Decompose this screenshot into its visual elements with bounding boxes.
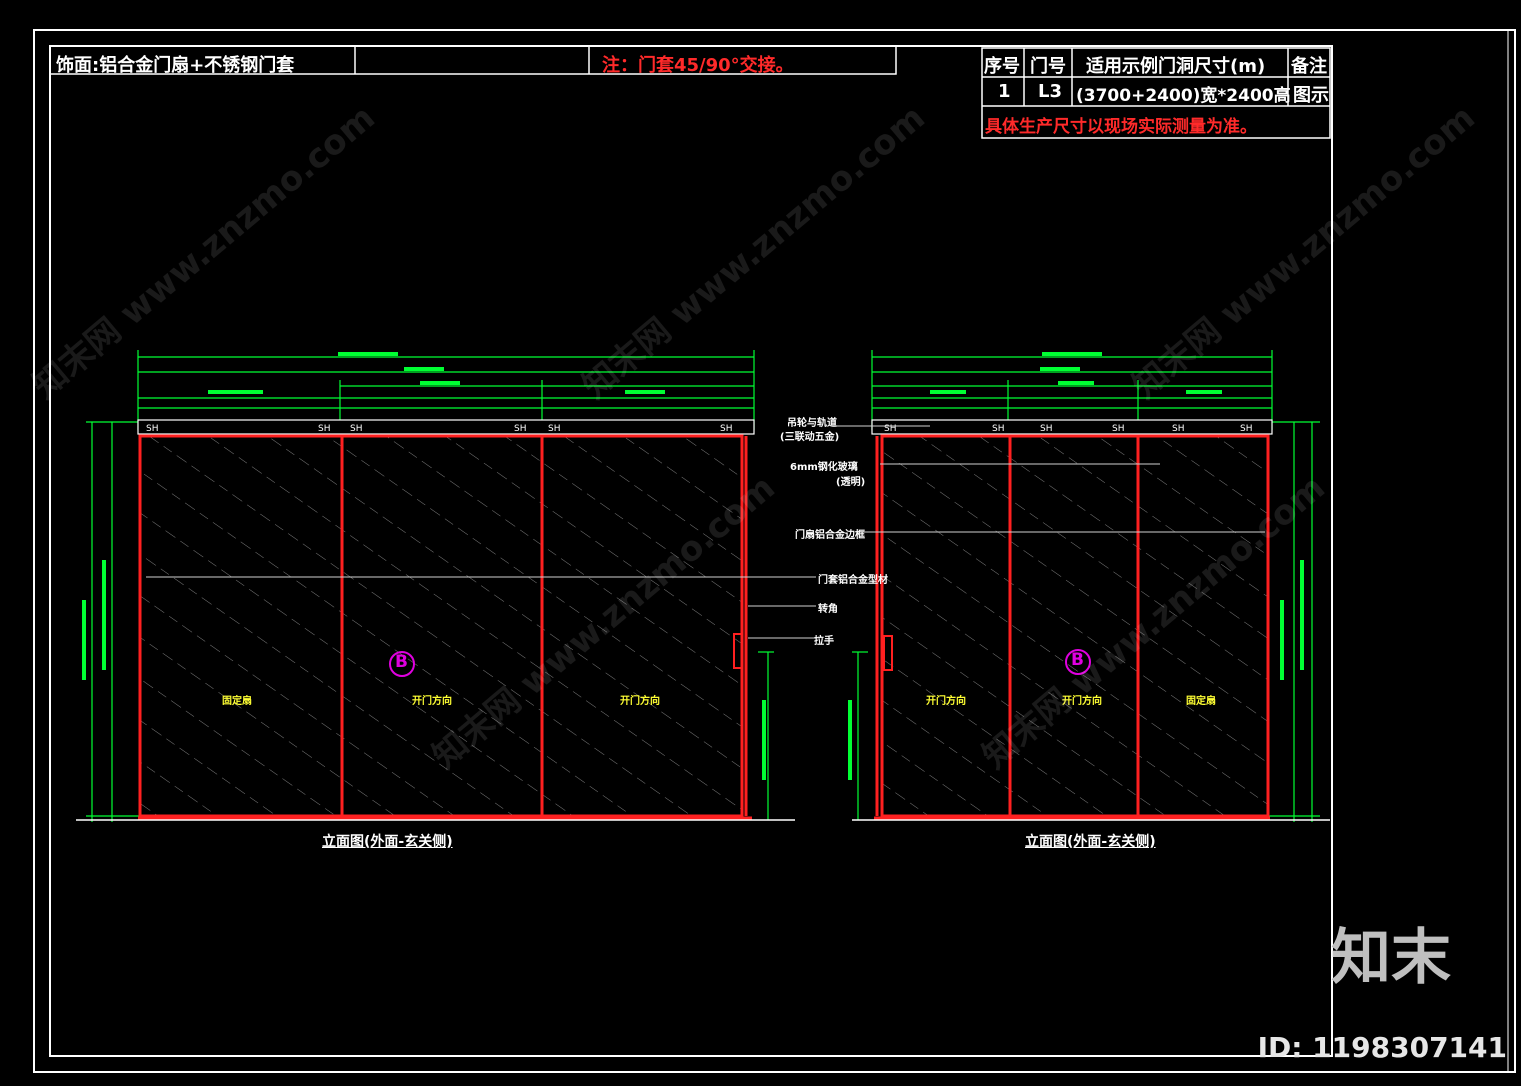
callout-roller-track: 吊轮与轨道 — [787, 418, 837, 429]
image-id-label: ID: 1198307141 — [1257, 1031, 1507, 1064]
callout-corner: 转角 — [818, 604, 838, 615]
svg-text:SH: SH — [548, 424, 560, 434]
svg-text:SH: SH — [992, 424, 1004, 434]
svg-text:SH: SH — [1112, 424, 1124, 434]
left-panel-label-2: 开门方向 — [412, 696, 452, 707]
right-view-caption: 立面图(外面-玄关侧) — [1025, 834, 1156, 850]
right-panel-label-3: 固定扇 — [1186, 696, 1216, 707]
right-panel-label-1: 开门方向 — [926, 696, 966, 707]
svg-text:SH: SH — [318, 424, 330, 434]
callout-glass-type: (透明) — [836, 477, 866, 488]
svg-text:SH: SH — [1240, 424, 1252, 434]
right-elevation: SH SH SH SH SH SH — [848, 350, 1330, 822]
callout-glass: 6mm钢化玻璃 — [790, 462, 858, 473]
left-section-marker: B — [395, 652, 408, 672]
svg-text:SH: SH — [146, 424, 158, 434]
left-panel-label-3: 开门方向 — [620, 696, 660, 707]
callout-handle: 拉手 — [814, 636, 834, 647]
callout-casing-profile: 门套铝合金型材 — [818, 575, 888, 586]
brand-logo: 知末 — [1331, 923, 1451, 993]
callout-door-frame: 门扇铝合金边框 — [795, 530, 865, 541]
left-panel-label-1: 固定扇 — [222, 696, 252, 707]
svg-text:SH: SH — [1172, 424, 1184, 434]
svg-text:SH: SH — [1040, 424, 1052, 434]
elevation-drawing: SH SH SH SH SH SH SH SH SH SH SH SH — [76, 350, 1330, 822]
svg-text:SH: SH — [514, 424, 526, 434]
left-view-caption: 立面图(外面-玄关侧) — [322, 834, 453, 850]
svg-text:SH: SH — [350, 424, 362, 434]
svg-text:SH: SH — [720, 424, 732, 434]
callout-hardware: (三联动五金) — [780, 432, 840, 443]
